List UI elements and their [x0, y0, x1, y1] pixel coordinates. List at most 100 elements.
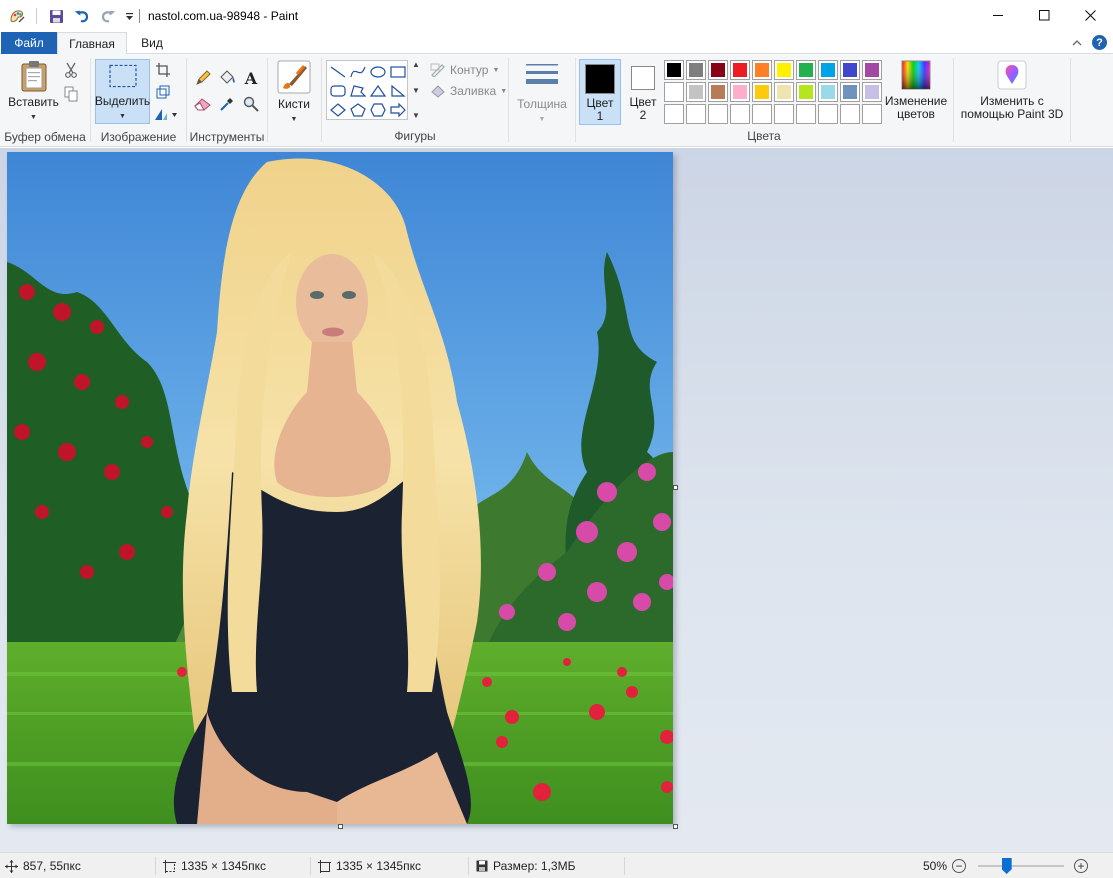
zoom-slider-track[interactable] [978, 865, 1064, 867]
redo-icon[interactable] [97, 5, 119, 27]
cursor-position-value: 857, 55пкс [23, 859, 81, 873]
palette-color-swatch[interactable] [862, 60, 882, 80]
help-icon[interactable]: ? [1092, 35, 1107, 50]
palette-custom-slot[interactable] [708, 104, 728, 124]
hexagon-shape-icon[interactable] [368, 100, 388, 119]
palette-custom-slot[interactable] [862, 104, 882, 124]
palette-color-fill [799, 85, 813, 99]
palette-color-swatch[interactable] [686, 82, 706, 102]
pencil-icon[interactable] [193, 68, 213, 88]
save-icon[interactable] [45, 5, 67, 27]
selection-size: 1335 × 1345пкс [163, 853, 266, 878]
rectangle-shape-icon[interactable] [388, 62, 408, 81]
resize-handle-right[interactable] [673, 485, 678, 490]
palette-color-swatch[interactable] [774, 60, 794, 80]
palette-color-swatch[interactable] [664, 60, 684, 80]
palette-color-swatch[interactable] [774, 82, 794, 102]
zoom-level-value: 50% [923, 859, 948, 873]
palette-custom-slot[interactable] [818, 104, 838, 124]
select-button[interactable]: Выделить ▼ [95, 59, 150, 124]
palette-color-swatch[interactable] [708, 60, 728, 80]
palette-color-swatch[interactable] [796, 82, 816, 102]
palette-custom-slot[interactable] [796, 104, 816, 124]
brushes-button[interactable]: Кисти ▼ [272, 60, 316, 126]
paste-button[interactable]: Вставить ▼ [6, 60, 61, 124]
tab-file[interactable]: Файл [1, 32, 57, 54]
magnifier-icon[interactable] [241, 94, 261, 114]
eraser-icon[interactable] [193, 94, 213, 114]
oval-shape-icon[interactable] [368, 62, 388, 81]
status-divider [624, 857, 625, 875]
palette-color-swatch[interactable] [730, 82, 750, 102]
fill-dropdown[interactable]: Заливка ▼ [430, 84, 507, 98]
palette-color-swatch[interactable] [664, 82, 684, 102]
resize-handle-bottom[interactable] [338, 824, 343, 829]
palette-custom-slot[interactable] [752, 104, 772, 124]
curve-shape-icon[interactable] [348, 62, 368, 81]
diamond-shape-icon[interactable] [328, 100, 348, 119]
palette-color-swatch[interactable] [796, 60, 816, 80]
copy-icon[interactable] [61, 84, 81, 104]
palette-color-swatch[interactable] [818, 60, 838, 80]
palette-custom-slot[interactable] [686, 104, 706, 124]
file-size-value: Размер: 1,3МБ [493, 859, 576, 873]
resize-handle-corner[interactable] [673, 824, 678, 829]
text-icon[interactable]: A [241, 68, 261, 88]
select-label: Выделить [94, 94, 151, 108]
triangle-shape-icon[interactable] [368, 81, 388, 100]
arrow-shape-icon[interactable] [388, 100, 408, 119]
tab-view[interactable]: Вид [131, 32, 173, 54]
resize-icon[interactable] [153, 82, 173, 102]
pentagon-shape-icon[interactable] [348, 100, 368, 119]
fill-bucket-icon[interactable] [217, 68, 237, 88]
polygon-shape-icon[interactable] [348, 81, 368, 100]
undo-icon[interactable] [71, 5, 93, 27]
image-size-value: 1335 × 1345пкс [336, 859, 421, 873]
drawing-canvas[interactable] [7, 152, 673, 824]
color-picker-icon[interactable] [217, 94, 237, 114]
file-size: Размер: 1,3МБ [476, 853, 575, 878]
size-button[interactable]: Толщина ▼ [514, 62, 570, 126]
palette-color-swatch[interactable] [730, 60, 750, 80]
scroll-up-icon[interactable]: ▲ [412, 60, 420, 69]
palette-color-swatch[interactable] [862, 82, 882, 102]
expand-gallery-icon[interactable]: ▼ [412, 111, 420, 120]
zoom-out-button[interactable]: − [952, 859, 966, 873]
collapse-ribbon-icon[interactable] [1072, 39, 1082, 46]
scroll-down-icon[interactable]: ▼ [412, 86, 420, 95]
maximize-button[interactable] [1021, 0, 1067, 30]
palette-color-swatch[interactable] [686, 60, 706, 80]
chevron-down-icon: ▼ [119, 113, 126, 120]
crop-icon[interactable] [153, 60, 173, 80]
paint3d-button[interactable]: Изменить с помощью Paint 3D [958, 60, 1066, 121]
palette-custom-slot[interactable] [840, 104, 860, 124]
window-controls [975, 0, 1113, 30]
rounded-rectangle-shape-icon[interactable] [328, 81, 348, 100]
zoom-in-button[interactable]: + [1074, 859, 1088, 873]
palette-color-swatch[interactable] [708, 82, 728, 102]
color1-swatch [585, 64, 615, 94]
paint-app-icon[interactable] [6, 5, 28, 27]
rotate-icon[interactable] [153, 104, 179, 124]
tab-home[interactable]: Главная [57, 32, 127, 55]
palette-color-swatch[interactable] [818, 82, 838, 102]
edit-colors-button[interactable]: Изменение цветов [884, 60, 948, 121]
palette-color-swatch[interactable] [840, 82, 860, 102]
color1-button[interactable]: Цвет 1 [579, 59, 621, 125]
customize-qat-icon[interactable] [123, 5, 135, 27]
palette-color-swatch[interactable] [840, 60, 860, 80]
zoom-slider-thumb[interactable] [1001, 858, 1012, 874]
palette-custom-slot[interactable] [664, 104, 684, 124]
close-button[interactable] [1067, 0, 1113, 30]
line-shape-icon[interactable] [328, 62, 348, 81]
palette-color-swatch[interactable] [752, 82, 772, 102]
palette-custom-slot[interactable] [730, 104, 750, 124]
palette-custom-slot[interactable] [774, 104, 794, 124]
palette-color-swatch[interactable] [752, 60, 772, 80]
outline-dropdown[interactable]: Контур ▼ [430, 63, 499, 77]
cut-icon[interactable] [61, 60, 81, 80]
minimize-button[interactable] [975, 0, 1021, 30]
shapes-scroll[interactable]: ▲ ▼ ▼ [410, 60, 422, 120]
right-triangle-shape-icon[interactable] [388, 81, 408, 100]
color2-button[interactable]: Цвет 2 [623, 63, 663, 122]
